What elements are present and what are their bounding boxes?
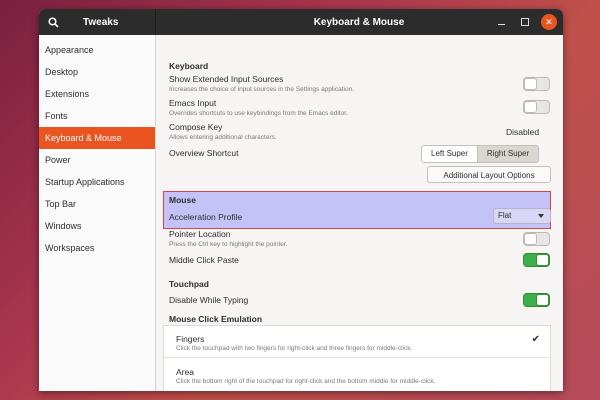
sidebar-item-desktop[interactable]: Desktop bbox=[39, 61, 155, 83]
middle-click-paste-toggle[interactable] bbox=[523, 253, 550, 267]
extended-sources-label: Show Extended Input Sources bbox=[169, 74, 284, 84]
sidebar: Appearance Desktop Extensions Fonts Keyb… bbox=[39, 35, 156, 391]
acceleration-profile-dropdown[interactable]: Flat bbox=[493, 208, 551, 224]
minimize-icon bbox=[497, 23, 505, 25]
area-option-label: Area bbox=[176, 367, 194, 377]
maximize-icon bbox=[521, 18, 529, 26]
disable-while-typing-toggle[interactable] bbox=[523, 293, 550, 307]
title-bar: Tweaks Keyboard & Mouse ✕ bbox=[39, 9, 563, 35]
fingers-option-desc: Click the touchpad with two fingers for … bbox=[176, 345, 413, 352]
overview-shortcut-selector: Left Super Right Super bbox=[421, 145, 540, 163]
click-emulation-list: Fingers Click the touchpad with two fing… bbox=[163, 325, 551, 391]
window-controls: ✕ bbox=[493, 14, 557, 30]
compose-key-desc: Allows entering additional characters. bbox=[169, 134, 277, 141]
tweaks-window: Tweaks Keyboard & Mouse ✕ Appearance Des… bbox=[39, 9, 563, 391]
sidebar-item-startup-applications[interactable]: Startup Applications bbox=[39, 171, 155, 193]
click-emulation-fingers-row[interactable]: Fingers Click the touchpad with two fing… bbox=[164, 326, 550, 357]
app-title: Tweaks bbox=[83, 16, 119, 28]
area-option-desc: Click the bottom right of the touchpad f… bbox=[176, 378, 436, 385]
sidebar-item-fonts[interactable]: Fonts bbox=[39, 105, 155, 127]
sidebar-item-power[interactable]: Power bbox=[39, 149, 155, 171]
sidebar-header: Tweaks bbox=[39, 9, 156, 35]
extended-sources-desc: Increases the choice of input sources in… bbox=[169, 86, 354, 93]
middle-click-paste-label: Middle Click Paste bbox=[169, 255, 239, 265]
search-icon bbox=[47, 16, 59, 28]
chevron-down-icon bbox=[538, 214, 544, 218]
sidebar-item-top-bar[interactable]: Top Bar bbox=[39, 193, 155, 215]
sidebar-item-windows[interactable]: Windows bbox=[39, 215, 155, 237]
left-super-option[interactable]: Left Super bbox=[422, 146, 477, 162]
mouse-section-title: Mouse bbox=[169, 195, 196, 205]
touchpad-section-title: Touchpad bbox=[169, 279, 209, 289]
search-button[interactable] bbox=[41, 9, 65, 35]
pointer-location-toggle[interactable] bbox=[523, 232, 550, 246]
maximize-button[interactable] bbox=[517, 14, 533, 30]
acceleration-profile-label: Acceleration Profile bbox=[169, 212, 243, 222]
acceleration-profile-value: Flat bbox=[498, 211, 512, 220]
emacs-input-toggle[interactable] bbox=[523, 100, 550, 114]
sidebar-item-keyboard-mouse[interactable]: Keyboard & Mouse bbox=[39, 127, 155, 149]
additional-layout-options-button[interactable]: Additional Layout Options bbox=[427, 166, 551, 183]
disable-while-typing-label: Disable While Typing bbox=[169, 295, 249, 305]
compose-key-label: Compose Key bbox=[169, 122, 223, 132]
emacs-input-label: Emacs Input bbox=[169, 98, 217, 108]
fingers-option-label: Fingers bbox=[176, 334, 205, 344]
pointer-location-desc: Press the Ctrl key to highlight the poin… bbox=[169, 241, 288, 248]
sidebar-item-workspaces[interactable]: Workspaces bbox=[39, 237, 155, 259]
pointer-location-label: Pointer Location bbox=[169, 229, 231, 239]
sidebar-item-appearance[interactable]: Appearance bbox=[39, 39, 155, 61]
checkmark-icon: ✔ bbox=[531, 334, 540, 345]
click-emulation-section-title: Mouse Click Emulation bbox=[169, 314, 263, 324]
compose-key-value[interactable]: Disabled bbox=[506, 127, 539, 137]
emacs-input-desc: Overrides shortcuts to use keybindings f… bbox=[169, 110, 348, 117]
click-emulation-area-row[interactable]: Area Click the bottom right of the touch… bbox=[164, 358, 550, 391]
settings-panel: Keyboard Show Extended Input Sources Inc… bbox=[156, 35, 563, 391]
close-icon: ✕ bbox=[545, 16, 553, 27]
overview-shortcut-label: Overview Shortcut bbox=[169, 148, 239, 158]
sidebar-item-extensions[interactable]: Extensions bbox=[39, 83, 155, 105]
keyboard-section-title: Keyboard bbox=[169, 61, 209, 71]
close-button[interactable]: ✕ bbox=[541, 14, 557, 30]
right-super-option[interactable]: Right Super bbox=[476, 146, 539, 162]
minimize-button[interactable] bbox=[493, 14, 509, 30]
extended-sources-toggle[interactable] bbox=[523, 77, 550, 91]
